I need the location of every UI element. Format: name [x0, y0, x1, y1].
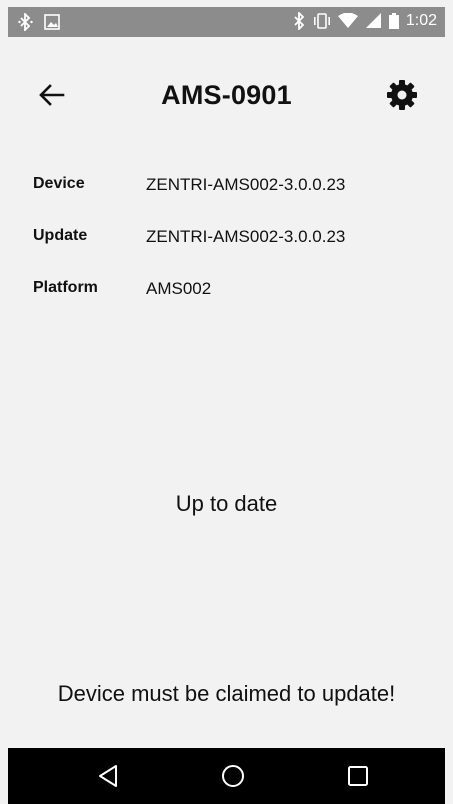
platform-label: Platform	[33, 279, 98, 296]
vibrate-icon	[313, 13, 331, 29]
info-row-update: Update ZENTRI-AMS002-3.0.0.23	[33, 227, 433, 279]
battery-icon	[388, 13, 399, 29]
device-value: ZENTRI-AMS002-3.0.0.23	[146, 175, 346, 194]
image-icon	[44, 14, 60, 30]
recents-square-icon	[347, 765, 369, 787]
gear-icon	[386, 79, 418, 111]
info-row-device: Device ZENTRI-AMS002-3.0.0.23	[33, 175, 433, 227]
device-label: Device	[33, 175, 85, 192]
nav-back-button[interactable]	[88, 761, 128, 791]
update-status-text: Up to date	[175, 491, 278, 516]
home-circle-icon	[221, 764, 245, 788]
status-time: 1:02	[405, 12, 437, 29]
app-bar: AMS-0901	[0, 58, 453, 130]
wifi-icon	[337, 13, 358, 29]
status-bar: 1:02	[8, 7, 445, 37]
back-triangle-icon	[97, 764, 119, 788]
bluetooth-notification-icon	[18, 13, 34, 31]
settings-button[interactable]	[380, 78, 424, 112]
nav-home-button[interactable]	[213, 761, 253, 791]
update-value: ZENTRI-AMS002-3.0.0.23	[146, 227, 346, 246]
nav-recents-button[interactable]	[338, 761, 378, 791]
device-info: Device ZENTRI-AMS002-3.0.0.23 Update ZEN…	[33, 175, 433, 331]
bluetooth-icon	[294, 12, 306, 30]
update-label: Update	[33, 227, 88, 244]
signal-icon	[365, 13, 382, 29]
info-row-platform: Platform AMS002	[33, 279, 433, 331]
claim-message: Device must be claimed to update!	[57, 681, 396, 706]
platform-value: AMS002	[146, 279, 212, 298]
system-nav-bar	[8, 748, 445, 804]
